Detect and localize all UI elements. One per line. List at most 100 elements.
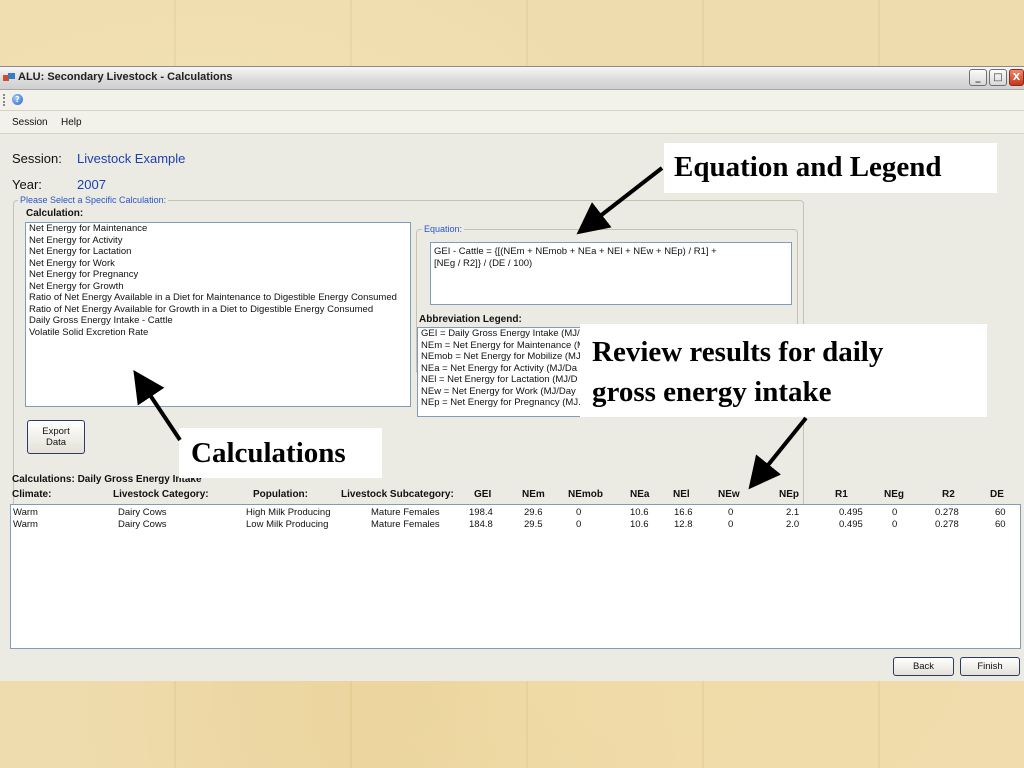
session-value: Livestock Example: [77, 151, 186, 166]
toolbar: ?: [0, 90, 1024, 111]
table-cell: 0: [892, 507, 898, 518]
table-cell: Mature Females: [371, 507, 440, 518]
column-header[interactable]: NEa: [630, 489, 649, 500]
table-cell: Mature Females: [371, 519, 440, 530]
table-cell: 0.495: [839, 507, 863, 518]
table-cell: 29.5: [524, 519, 543, 530]
table-cell: Dairy Cows: [118, 507, 167, 518]
table-cell: 12.8: [674, 519, 693, 530]
table-cell: 10.6: [630, 507, 649, 518]
column-header[interactable]: R2: [942, 489, 955, 500]
table-cell: Low Milk Producing: [246, 519, 329, 530]
minimize-icon[interactable]: _: [969, 69, 987, 86]
table-cell: Dairy Cows: [118, 519, 167, 530]
year-value: 2007: [77, 177, 106, 192]
app-icon: [3, 73, 15, 81]
table-row[interactable]: Warm Dairy Cows Low Milk Producing Matur…: [11, 519, 1020, 531]
calculation-list[interactable]: Net Energy for Maintenance Net Energy fo…: [25, 222, 411, 407]
callout-review-line-2: gross energy intake: [592, 376, 832, 408]
table-cell: 0: [576, 507, 582, 518]
list-item[interactable]: Ratio of Net Energy Available in a Diet …: [26, 292, 410, 304]
column-header[interactable]: Livestock Subcategory:: [341, 489, 454, 500]
list-item: NEmob = Net Energy for Mobilize (MJ: [421, 351, 581, 362]
legend-title: Abbreviation Legend:: [419, 314, 522, 325]
list-item: NEl = Net Energy for Lactation (MJ/D: [421, 374, 578, 385]
list-item[interactable]: Daily Gross Energy Intake - Cattle: [26, 315, 410, 327]
column-header[interactable]: GEI: [474, 489, 491, 500]
table-cell: 2.1: [786, 507, 800, 518]
finish-button[interactable]: Finish: [960, 657, 1020, 676]
year-label: Year:: [12, 177, 42, 192]
table-cell: 0.278: [935, 519, 959, 530]
column-header[interactable]: NEl: [673, 489, 690, 500]
list-item: NEa = Net Energy for Activity (MJ/Da: [421, 362, 578, 374]
column-header[interactable]: NEw: [718, 489, 740, 500]
table-cell: 184.8: [469, 519, 493, 530]
results-grid[interactable]: Warm Dairy Cows High Milk Producing Matu…: [10, 504, 1021, 649]
help-icon[interactable]: ?: [12, 94, 23, 105]
list-item[interactable]: Ratio of Net Energy Available for Growth…: [26, 304, 410, 316]
table-cell: Warm: [13, 507, 38, 518]
equation-group-title: Equation:: [422, 224, 465, 234]
list-item[interactable]: Net Energy for Lactation: [26, 246, 410, 258]
table-row[interactable]: Warm Dairy Cows High Milk Producing Matu…: [11, 507, 1020, 519]
list-item[interactable]: Net Energy for Maintenance: [26, 223, 410, 235]
table-cell: 0: [728, 507, 734, 518]
column-header[interactable]: NEm: [522, 489, 545, 500]
table-cell: High Milk Producing: [246, 507, 331, 518]
table-cell: 60: [995, 519, 1006, 530]
callout-review-line-1: Review results for daily: [592, 336, 884, 368]
list-item[interactable]: Net Energy for Growth: [26, 281, 410, 293]
callout-calculations: Calculations: [179, 428, 382, 478]
column-header[interactable]: DE: [990, 489, 1004, 500]
table-cell: 10.6: [630, 519, 649, 530]
menu-bar: Session Help: [0, 111, 1024, 134]
results-title: Calculations: Daily Gross Energy Intake: [12, 474, 202, 485]
column-header[interactable]: Climate:: [12, 489, 51, 500]
list-item: NEm = Net Energy for Maintenance (M: [421, 339, 585, 351]
table-cell: 0: [576, 519, 582, 530]
list-item[interactable]: Net Energy for Work: [26, 258, 410, 270]
table-cell: 0: [892, 519, 898, 530]
table-cell: 0.495: [839, 519, 863, 530]
table-cell: 16.6: [674, 507, 693, 518]
table-cell: 0.278: [935, 507, 959, 518]
session-label: Session:: [12, 151, 62, 166]
back-button[interactable]: Back: [893, 657, 954, 676]
toolbar-grip-icon: [3, 94, 7, 106]
equation-line-2: [NEg / R2]} / (DE / 100): [434, 257, 533, 269]
table-cell: 29.6: [524, 507, 543, 518]
table-cell: 198.4: [469, 507, 493, 518]
column-header[interactable]: R1: [835, 489, 848, 500]
menu-session[interactable]: Session: [12, 117, 48, 128]
list-item[interactable]: Volatile Solid Excretion Rate: [26, 327, 410, 339]
column-header[interactable]: Population:: [253, 489, 308, 500]
list-item: GEI = Daily Gross Energy Intake (MJ/: [421, 328, 580, 339]
equation-textbox[interactable]: GEI - Cattle = {[(NEm + NEmob + NEa + NE…: [430, 242, 792, 305]
calculation-label: Calculation:: [26, 208, 84, 219]
export-data-button[interactable]: Export Data: [27, 420, 85, 454]
column-header[interactable]: Livestock Category:: [113, 489, 209, 500]
list-item: NEp = Net Energy for Pregnancy (MJ.: [421, 397, 581, 408]
column-header[interactable]: NEp: [779, 489, 799, 500]
list-item: NEw = Net Energy for Work (MJ/Day: [421, 385, 576, 397]
title-bar[interactable]: ALU: Secondary Livestock - Calculations …: [0, 67, 1024, 90]
menu-help[interactable]: Help: [61, 117, 82, 128]
column-header[interactable]: NEmob: [568, 489, 603, 500]
equation-line-1: GEI - Cattle = {[(NEm + NEmob + NEa + NE…: [434, 246, 717, 257]
close-icon[interactable]: X: [1009, 69, 1024, 86]
legend-list[interactable]: GEI = Daily Gross Energy Intake (MJ/ NEm…: [417, 327, 587, 417]
column-header[interactable]: NEg: [884, 489, 904, 500]
list-item[interactable]: Net Energy for Pregnancy: [26, 269, 410, 281]
results-header: Climate: Livestock Category: Population:…: [12, 489, 1022, 503]
table-cell: Warm: [13, 519, 38, 530]
calculation-group-title: Please Select a Specific Calculation:: [18, 195, 169, 205]
callout-equation-legend: Equation and Legend: [664, 143, 997, 193]
window-title: ALU: Secondary Livestock - Calculations: [18, 71, 233, 83]
table-cell: 2.0: [786, 519, 800, 530]
callout-review-results: Review results for daily gross energy in…: [580, 324, 987, 417]
list-item[interactable]: Net Energy for Activity: [26, 235, 410, 247]
maximize-icon[interactable]: □: [989, 69, 1007, 86]
table-cell: 60: [995, 507, 1006, 518]
table-cell: 0: [728, 519, 734, 530]
